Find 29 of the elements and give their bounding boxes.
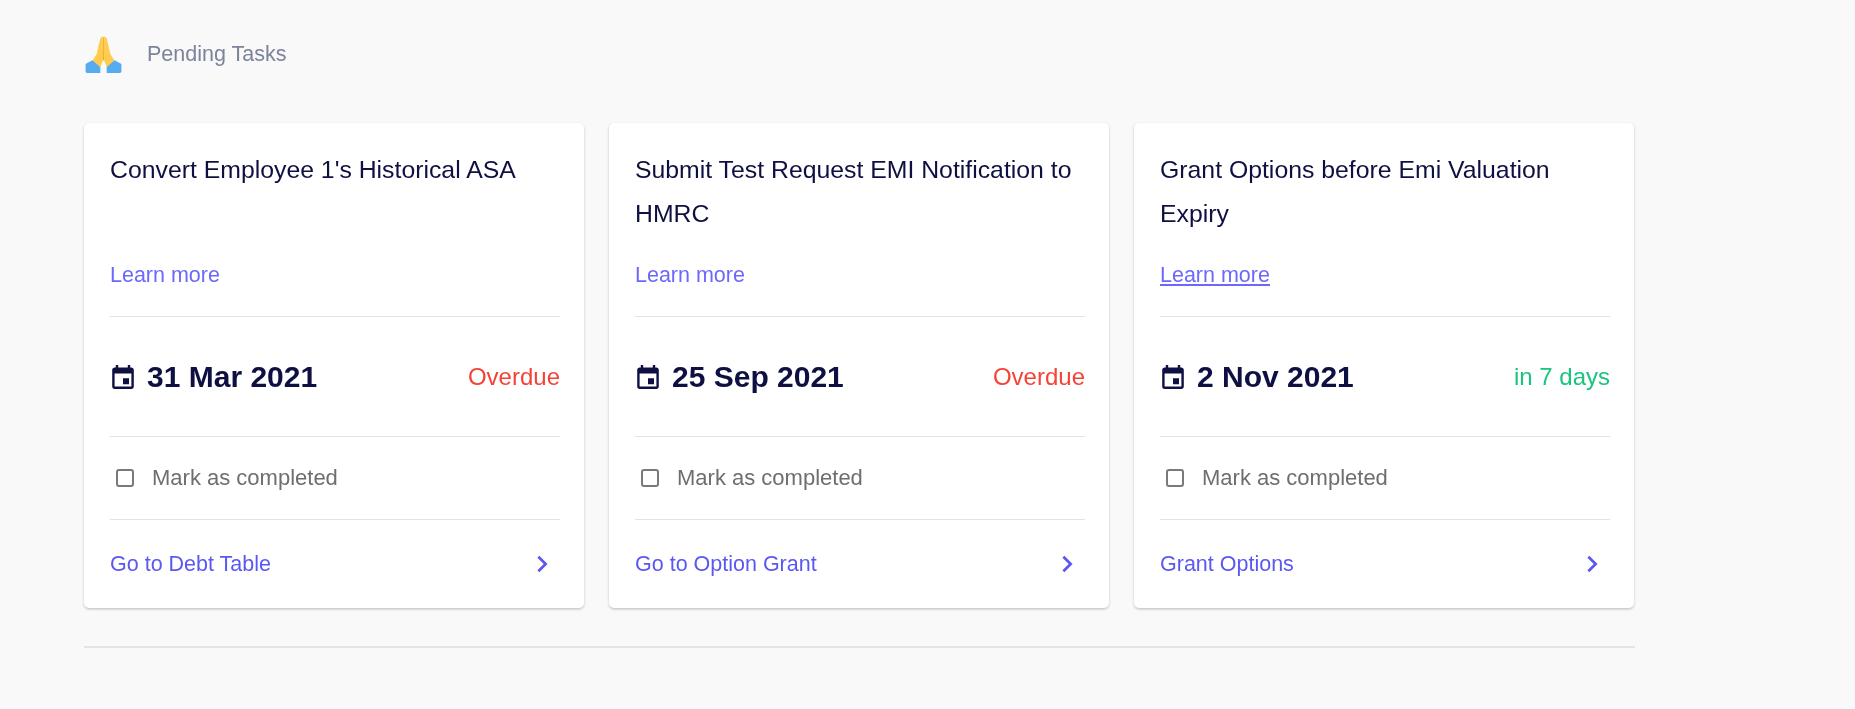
due-date: 2 Nov 2021 (1197, 359, 1354, 394)
action-link[interactable]: Go to Debt Table (110, 551, 560, 577)
task-title: Submit Test Request EMI Notification to HMRC (635, 156, 1072, 227)
calendar-icon (1162, 364, 1184, 389)
section-title: Pending Tasks (147, 41, 287, 67)
task-title: Grant Options before Emi Valuation Expiry (1160, 156, 1550, 227)
due-status: Overdue (467, 362, 560, 391)
chevron-right-icon (537, 555, 548, 573)
due-date: 31 Mar 2021 (147, 359, 318, 394)
checkbox-label: Mark as completed (1202, 465, 1388, 491)
chevron-right-icon (1587, 555, 1598, 573)
due-status: in 7 days (1513, 362, 1610, 391)
calendar-icon (637, 364, 659, 389)
chevron-right-icon (1062, 555, 1073, 573)
due-date: 25 Sep 2021 (672, 359, 844, 394)
praying-hands-icon (84, 35, 123, 73)
checkbox-label: Mark as completed (152, 465, 338, 491)
action-link[interactable]: Go to Option Grant (635, 551, 1085, 577)
due-status: Overdue (992, 362, 1085, 391)
action-link[interactable]: Grant Options (1160, 551, 1610, 577)
learn-more-link[interactable]: Learn more (110, 262, 220, 288)
checkbox[interactable] (641, 469, 659, 487)
checkbox[interactable] (116, 469, 134, 487)
checkbox[interactable] (1166, 469, 1184, 487)
learn-more-link[interactable]: Learn more (635, 262, 745, 288)
calendar-icon (112, 364, 134, 389)
checkbox-label: Mark as completed (677, 465, 863, 491)
learn-more-link[interactable]: Learn more (1160, 262, 1270, 288)
task-title: Convert Employee 1's Historical ASA (110, 156, 516, 183)
